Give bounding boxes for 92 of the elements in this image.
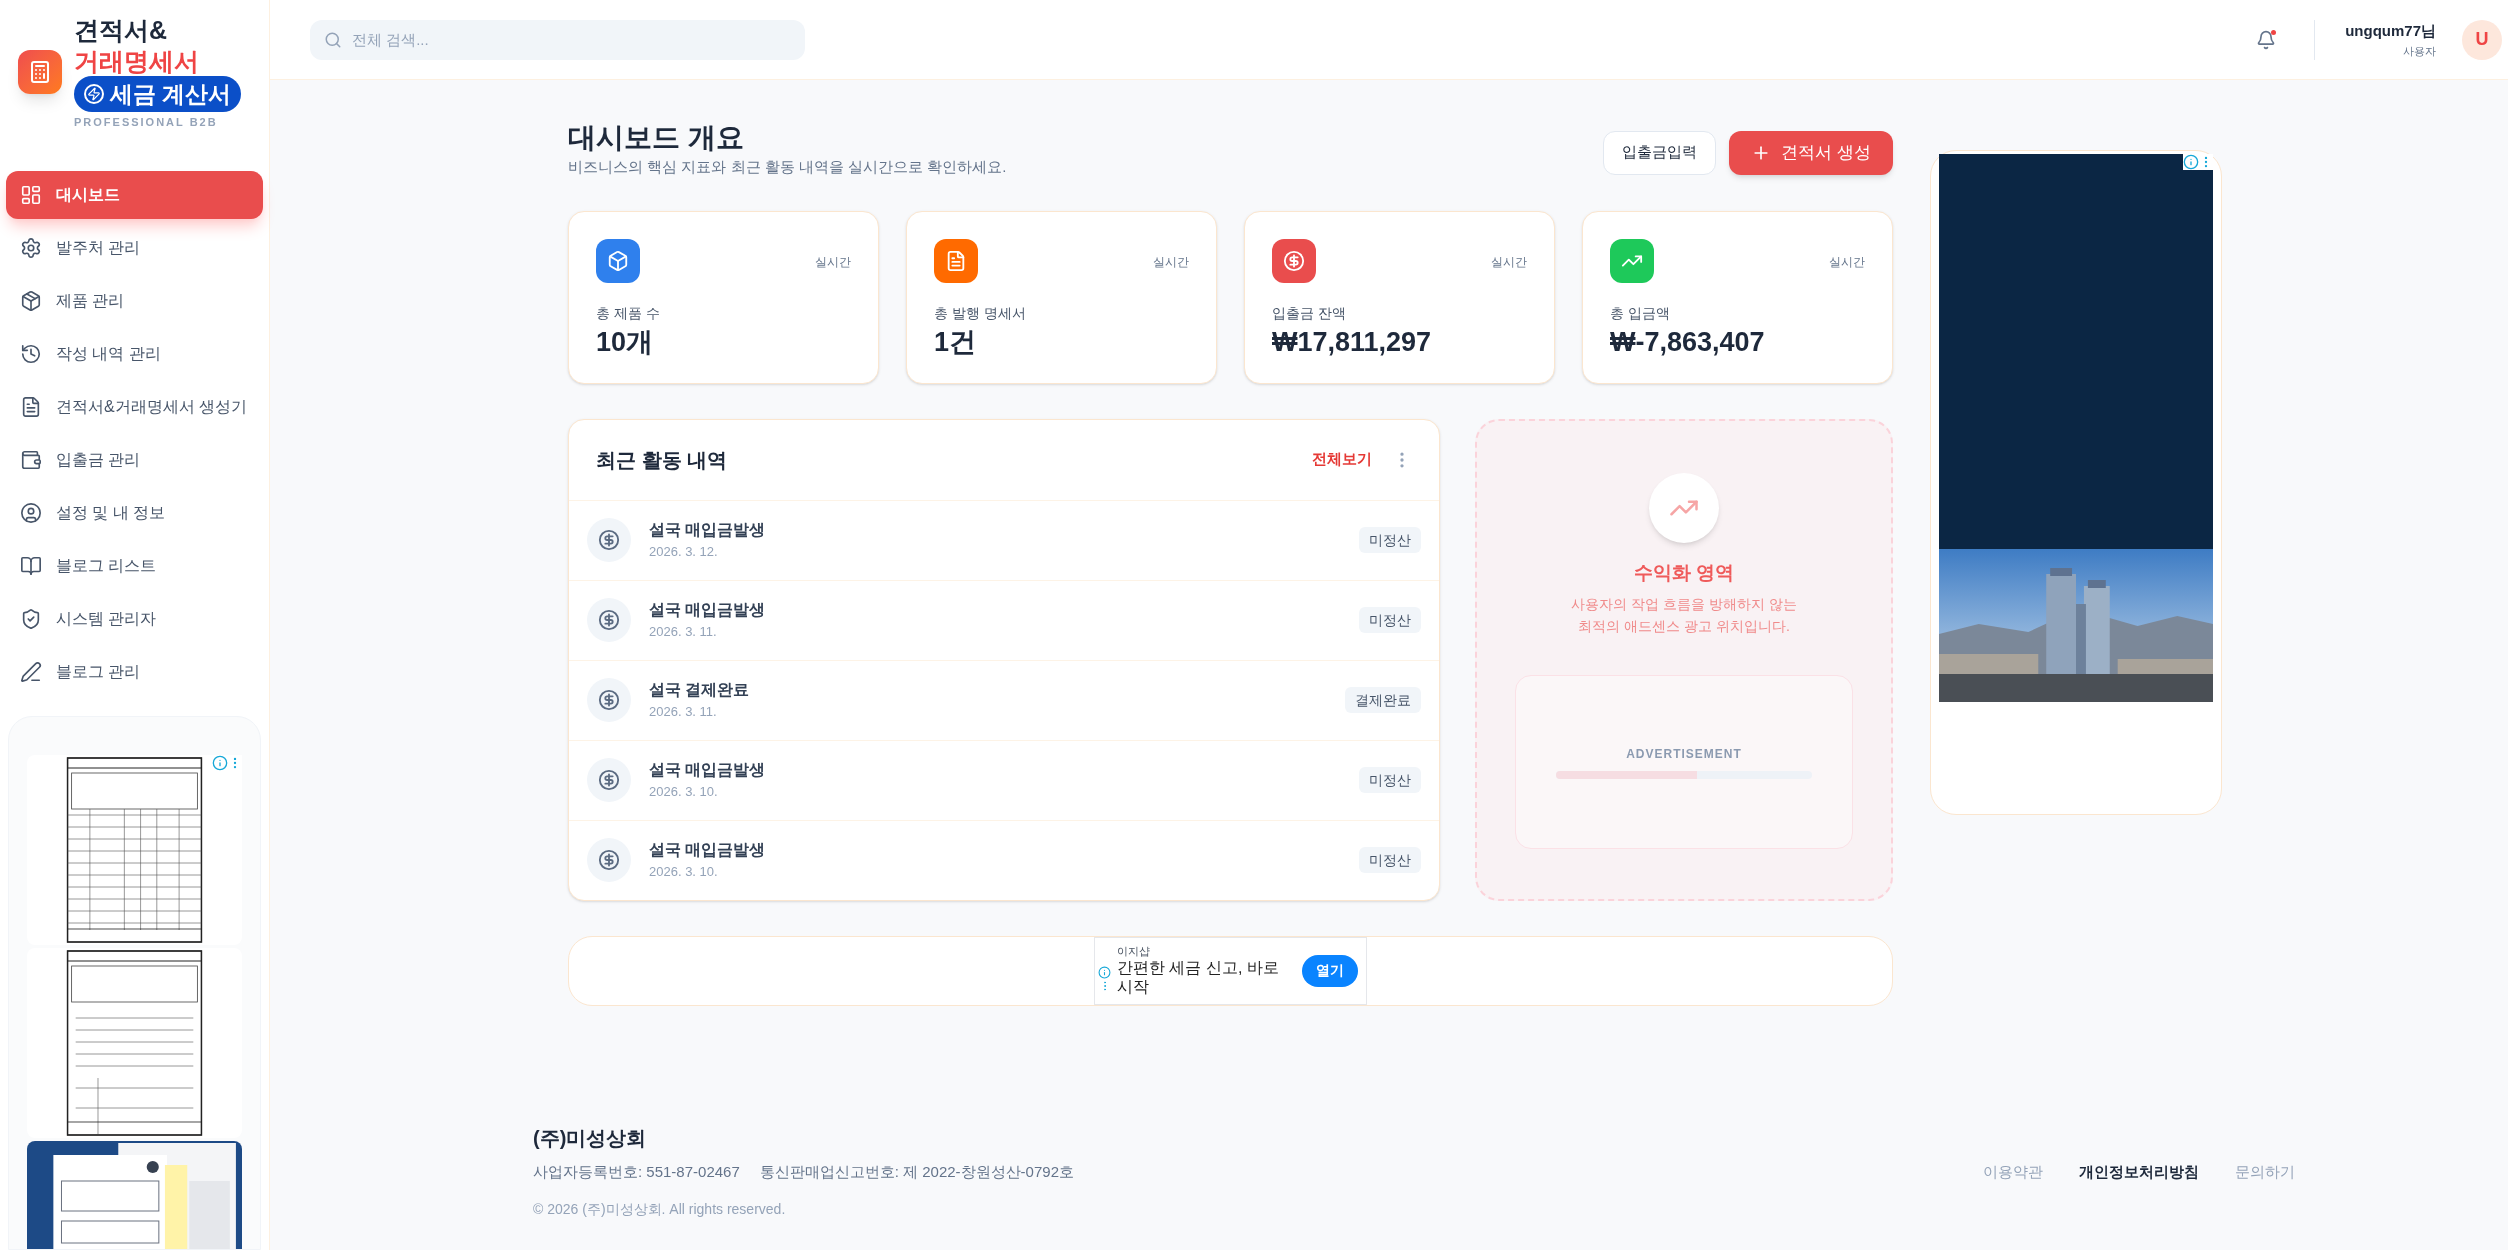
status-badge: 미정산 [1359, 607, 1421, 633]
user-name: ungqum77님 [2345, 21, 2436, 41]
page-title: 대시보드 개요 [568, 121, 745, 155]
search-field[interactable]: 전체 검색... [310, 19, 805, 60]
search-icon [324, 30, 342, 49]
nav-item[interactable]: 견적서&거래명세서 생성기 [6, 382, 263, 431]
calculator-icon [28, 60, 52, 85]
activity-row[interactable]: 설국 매입금발생 2026. 3. 10. 미정산 [569, 739, 1439, 820]
activity-row[interactable]: 설국 매입금발생 2026. 3. 10. 미정산 [569, 819, 1439, 900]
card-title: 최근 활동 내역 [596, 447, 728, 473]
app-title: 거래명세서 [74, 46, 199, 76]
activity-title: 설국 매입금발생 [649, 840, 766, 861]
dollar-icon [587, 758, 631, 802]
activity-date: 2026. 3. 11. [649, 703, 718, 722]
company-name: (주)미성상회 [533, 1125, 648, 1151]
activity-row[interactable]: 설국 매입금발생 2026. 3. 11. 미정산 [569, 579, 1439, 660]
user-icon [20, 501, 42, 524]
realtime-label: 실시간 [1829, 253, 1865, 271]
page-subtitle: 비즈니스의 핵심 지표와 최근 활동 내역을 실시간으로 확인하세요. [568, 157, 1007, 177]
activity-title: 설국 매입금발생 [649, 760, 766, 781]
realtime-label: 실시간 [1153, 253, 1189, 271]
company-info: 사업자등록번호: 551-87-02467 [533, 1161, 740, 1182]
app-badge: 세금 계산서 [74, 76, 242, 112]
box-icon [20, 289, 42, 312]
book-icon [20, 554, 42, 577]
dollar-icon [587, 678, 631, 722]
nav-item[interactable]: 작성 내역 관리 [6, 329, 263, 378]
nav-item[interactable]: 발주처 관리 [6, 223, 263, 272]
document-icon [20, 395, 42, 418]
panel-description: 사용자의 작업 흐름을 방해하지 않는 최적의 애드센스 광고 위치입니다. [1571, 595, 1797, 636]
trending-up-icon [1649, 472, 1719, 543]
activity-date: 2026. 3. 12. [649, 543, 719, 562]
status-badge: 미정산 [1359, 767, 1421, 793]
nav-item[interactable]: 블로그 관리 [6, 647, 263, 696]
activity-title: 설국 결제완료 [649, 680, 750, 701]
nav-item[interactable]: 제품 관리 [6, 276, 263, 325]
app-title: 견적서& [74, 15, 168, 46]
stat-label: 총 제품 수 [596, 303, 661, 323]
app-tagline: PROFESSIONAL B2B [74, 115, 218, 130]
panel-title: 수익화 영역 [1633, 560, 1735, 585]
copyright: © 2026 (주)미성상회. All rights reserved. [533, 1200, 787, 1219]
activity-title: 설국 매입금발생 [649, 520, 766, 541]
ad-headline: 간편한 세금 신고, 바로 시작 [1117, 958, 1279, 996]
stat-value: 1건 [934, 325, 978, 359]
stat-label: 입출금 잔액 [1272, 303, 1347, 323]
ad-label: ADVERTISEMENT [1626, 746, 1742, 763]
nav-item[interactable]: 시스템 관리자 [6, 594, 263, 643]
footer-link[interactable]: 개인정보처리방침 [2079, 1160, 2199, 1183]
realtime-label: 실시간 [1491, 253, 1527, 271]
notification-bell-icon[interactable] [2256, 29, 2277, 50]
nav-item[interactable]: 대시보드 [6, 170, 263, 219]
activity-row[interactable]: 설국 매입금발생 2026. 3. 12. 미정산 [569, 499, 1439, 580]
nav-item[interactable]: 블로그 리스트 [6, 541, 263, 590]
ad-info-icon[interactable] [2183, 154, 2199, 170]
stat-value: ₩-7,863,407 [1610, 325, 1766, 359]
cube-icon [607, 249, 629, 272]
activity-date: 2026. 3. 10. [649, 783, 719, 802]
ad-info-icon[interactable] [212, 754, 228, 771]
document-icon [945, 249, 967, 272]
shield-icon [20, 607, 42, 630]
dashboard-icon [20, 183, 42, 206]
status-badge: 결제완료 [1345, 687, 1421, 713]
nav-item[interactable]: 설정 및 내 정보 [6, 488, 263, 537]
activity-title: 설국 매입금발생 [649, 600, 766, 621]
lightning-icon [84, 84, 104, 104]
status-badge: 미정산 [1359, 527, 1421, 553]
nav-item[interactable]: 입출금 관리 [6, 435, 263, 484]
stat-label: 총 입금액 [1610, 303, 1671, 323]
dollar-icon [587, 838, 631, 882]
activity-date: 2026. 3. 10. [649, 863, 719, 882]
ad-info-icon[interactable] [1098, 965, 1111, 979]
activity-row[interactable]: 설국 결제완료 2026. 3. 11. 결제완료 [569, 659, 1439, 740]
dollar-icon [587, 598, 631, 642]
status-badge: 미정산 [1359, 847, 1421, 873]
user-role: 사용자 [2403, 43, 2436, 59]
stat-label: 총 발행 명세서 [934, 303, 1027, 323]
history-icon [20, 342, 42, 365]
wallet-icon [20, 448, 42, 471]
stat-value: 10개 [596, 325, 655, 359]
activity-date: 2026. 3. 11. [649, 623, 718, 642]
open-button[interactable]: 열기 [1302, 954, 1358, 987]
create-button[interactable]: 견적서 생성 [1729, 130, 1893, 175]
deposit-button[interactable]: 입출금입력 [1603, 130, 1717, 175]
settings-icon [20, 236, 42, 259]
dollar-icon [1283, 249, 1305, 272]
company-info: 통신판매업신고번호: 제 2022-창원성산-0792호 [759, 1161, 1074, 1182]
stat-value: ₩17,811,297 [1272, 325, 1433, 359]
view-all-link[interactable]: 전체보기 [1312, 448, 1372, 471]
pen-icon [20, 660, 42, 683]
realtime-label: 실시간 [815, 253, 851, 271]
dollar-icon [587, 518, 631, 562]
ad-advertiser: 이지샵 [1117, 945, 1151, 958]
